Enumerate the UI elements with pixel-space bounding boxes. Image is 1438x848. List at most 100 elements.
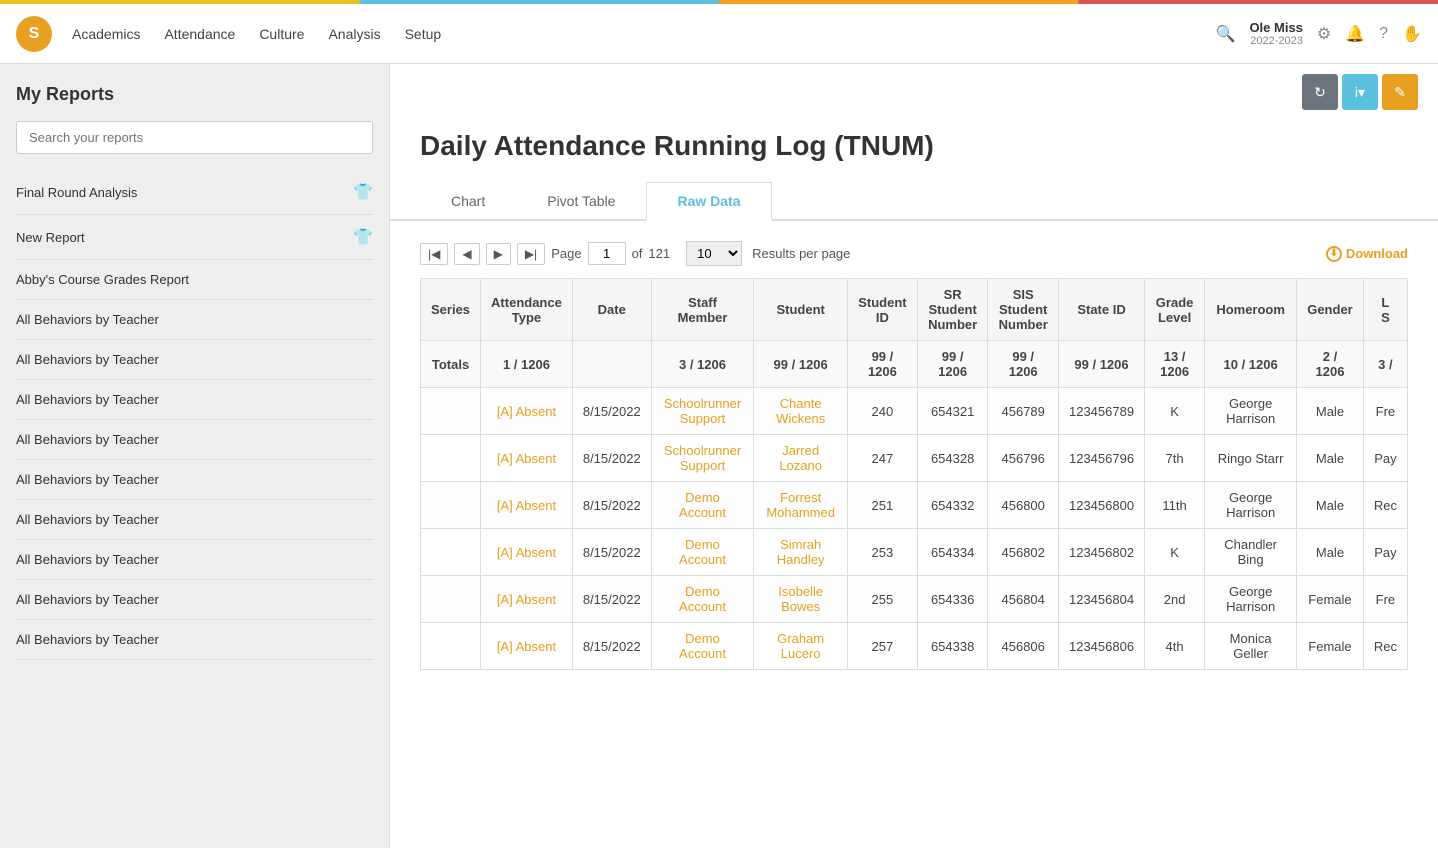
table-row: [A] Absent 8/15/2022 Demo Account Graham…	[421, 623, 1408, 670]
shirt-icon-1: 👕	[353, 227, 373, 247]
tab-pivot-table[interactable]: Pivot Table	[516, 182, 646, 221]
cell-staff[interactable]: Demo Account	[651, 576, 754, 623]
search-icon[interactable]: 🔍	[1216, 24, 1236, 44]
question-icon[interactable]: ?	[1379, 25, 1388, 43]
search-input[interactable]	[16, 121, 373, 154]
per-page-select[interactable]: 10 25 50 100	[686, 241, 742, 266]
cell-staff[interactable]: Demo Account	[651, 529, 754, 576]
sidebar-item-final-round[interactable]: Final Round Analysis 👕	[16, 170, 373, 215]
nav-academics[interactable]: Academics	[72, 22, 140, 46]
th-sr-student-number: SRStudentNumber	[917, 279, 988, 341]
totals-staff-member: 3 / 1206	[651, 341, 754, 388]
cell-staff[interactable]: Demo Account	[651, 482, 754, 529]
tab-chart[interactable]: Chart	[420, 182, 516, 221]
download-icon: ⬇	[1326, 246, 1342, 262]
data-table: Series AttendanceType Date Staff Member …	[420, 278, 1408, 670]
nav-attendance[interactable]: Attendance	[164, 22, 235, 46]
cell-student-id: 240	[847, 388, 917, 435]
totals-student-id: 99 / 1206	[847, 341, 917, 388]
bell-icon[interactable]: 🔔	[1345, 24, 1365, 44]
sidebar-item-behaviors-5[interactable]: All Behaviors by Teacher	[16, 500, 373, 540]
gear-icon[interactable]: ⚙	[1317, 24, 1331, 44]
cell-ls: Fre	[1363, 388, 1407, 435]
cell-sis: 456796	[988, 435, 1059, 482]
sidebar-item-abbys-grades[interactable]: Abby's Course Grades Report	[16, 260, 373, 300]
cell-student[interactable]: Graham Lucero	[754, 623, 848, 670]
sidebar-item-behaviors-7[interactable]: All Behaviors by Teacher	[16, 580, 373, 620]
refresh-button[interactable]: ↻	[1302, 74, 1338, 110]
cell-student-id: 253	[847, 529, 917, 576]
prev-page-button[interactable]: ◀	[454, 243, 479, 265]
cell-state-id: 123456804	[1058, 576, 1144, 623]
sidebar-item-behaviors-1[interactable]: All Behaviors by Teacher	[16, 340, 373, 380]
download-button[interactable]: ⬇ Download	[1326, 246, 1408, 262]
cell-student[interactable]: Simrah Handley	[754, 529, 848, 576]
cell-gender: Male	[1297, 529, 1364, 576]
logo[interactable]: S	[16, 16, 52, 52]
sidebar: My Reports Final Round Analysis 👕 New Re…	[0, 64, 390, 848]
next-page-button[interactable]: ▶	[486, 243, 511, 265]
cell-series	[421, 529, 481, 576]
cell-student[interactable]: Isobelle Bowes	[754, 576, 848, 623]
totals-student: 99 / 1206	[754, 341, 848, 388]
cell-grade: K	[1145, 388, 1205, 435]
table-row: [A] Absent 8/15/2022 Demo Account Simrah…	[421, 529, 1408, 576]
cell-attendance-type[interactable]: [A] Absent	[481, 576, 573, 623]
sidebar-item-behaviors-2[interactable]: All Behaviors by Teacher	[16, 380, 373, 420]
last-page-button[interactable]: ▶|	[517, 243, 545, 265]
edit-button[interactable]: ✎	[1382, 74, 1418, 110]
cell-homeroom: Monica Geller	[1205, 623, 1297, 670]
nav-setup[interactable]: Setup	[405, 22, 442, 46]
cell-attendance-type[interactable]: [A] Absent	[481, 482, 573, 529]
school-year: 2022-2023	[1249, 35, 1302, 47]
cell-attendance-type[interactable]: [A] Absent	[481, 435, 573, 482]
cell-sr: 654336	[917, 576, 988, 623]
cell-staff[interactable]: Schoolrunner Support	[651, 435, 754, 482]
sidebar-item-behaviors-3[interactable]: All Behaviors by Teacher	[16, 420, 373, 460]
cell-attendance-type[interactable]: [A] Absent	[481, 388, 573, 435]
hand-icon[interactable]: ✋	[1402, 24, 1422, 44]
cell-grade: 11th	[1145, 482, 1205, 529]
sidebar-item-new-report[interactable]: New Report 👕	[16, 215, 373, 260]
cell-series	[421, 482, 481, 529]
sidebar-item-behaviors-6[interactable]: All Behaviors by Teacher	[16, 540, 373, 580]
nav-culture[interactable]: Culture	[259, 22, 304, 46]
cell-date: 8/15/2022	[572, 623, 651, 670]
cell-staff[interactable]: Demo Account	[651, 623, 754, 670]
table-controls: |◀ ◀ ▶ ▶| Page of 121 10 25 50 100 Resul…	[390, 241, 1438, 278]
first-page-button[interactable]: |◀	[420, 243, 448, 265]
cell-student-id: 257	[847, 623, 917, 670]
th-grade-level: GradeLevel	[1145, 279, 1205, 341]
page-number-input[interactable]	[588, 242, 626, 265]
cell-homeroom: George Harrison	[1205, 388, 1297, 435]
cell-date: 8/15/2022	[572, 576, 651, 623]
sidebar-item-behaviors-8[interactable]: All Behaviors by Teacher	[16, 620, 373, 660]
total-pages: 121	[648, 246, 670, 261]
cell-student[interactable]: Jarred Lozano	[754, 435, 848, 482]
sidebar-item-behaviors-0[interactable]: All Behaviors by Teacher	[16, 300, 373, 340]
info-button[interactable]: i▾	[1342, 74, 1378, 110]
cell-student[interactable]: Chante Wickens	[754, 388, 848, 435]
tab-raw-data[interactable]: Raw Data	[646, 182, 771, 221]
cell-student[interactable]: Forrest Mohammed	[754, 482, 848, 529]
cell-sr: 654332	[917, 482, 988, 529]
sidebar-item-behaviors-4[interactable]: All Behaviors by Teacher	[16, 460, 373, 500]
cell-state-id: 123456802	[1058, 529, 1144, 576]
table-row: [A] Absent 8/15/2022 Schoolrunner Suppor…	[421, 388, 1408, 435]
cell-gender: Female	[1297, 576, 1364, 623]
th-student-id: StudentID	[847, 279, 917, 341]
nav-analysis[interactable]: Analysis	[328, 22, 380, 46]
cell-attendance-type[interactable]: [A] Absent	[481, 623, 573, 670]
cell-series	[421, 435, 481, 482]
cell-sr: 654328	[917, 435, 988, 482]
cell-sis: 456806	[988, 623, 1059, 670]
cell-date: 8/15/2022	[572, 482, 651, 529]
cell-staff[interactable]: Schoolrunner Support	[651, 388, 754, 435]
th-attendance-type: AttendanceType	[481, 279, 573, 341]
cell-homeroom: George Harrison	[1205, 576, 1297, 623]
cell-attendance-type[interactable]: [A] Absent	[481, 529, 573, 576]
th-sis-student-number: SISStudentNumber	[988, 279, 1059, 341]
totals-gender: 2 / 1206	[1297, 341, 1364, 388]
report-title: Daily Attendance Running Log (TNUM)	[390, 120, 1438, 182]
th-date: Date	[572, 279, 651, 341]
